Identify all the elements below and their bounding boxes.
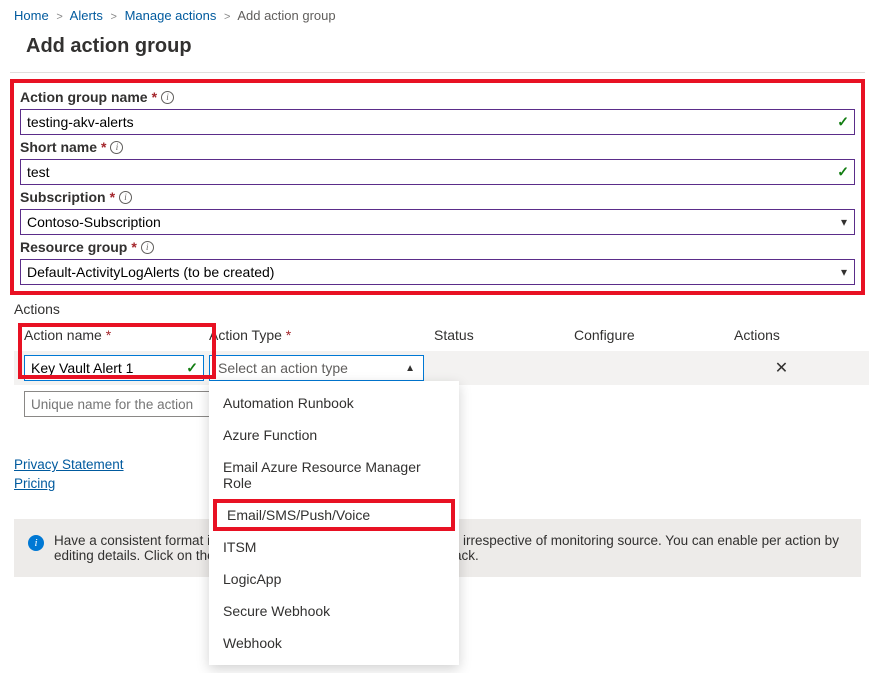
breadcrumb: Home > Alerts > Manage actions > Add act…: [10, 6, 865, 31]
input-action-group-name[interactable]: [20, 109, 855, 135]
actions-heading: Actions: [14, 301, 865, 317]
col-action-name: Action name *: [14, 327, 209, 343]
info-icon[interactable]: i: [110, 141, 123, 154]
col-configure: Configure: [574, 327, 734, 343]
divider: [10, 72, 865, 73]
info-icon[interactable]: i: [161, 91, 174, 104]
input-action-name[interactable]: [24, 355, 204, 381]
action-type-dropdown: Automation Runbook Azure Function Email …: [209, 381, 459, 665]
required-asterisk: *: [110, 189, 115, 205]
col-actions: Actions: [734, 327, 869, 343]
col-status: Status: [434, 327, 574, 343]
option-automation-runbook[interactable]: Automation Runbook: [209, 387, 459, 419]
input-unique-action-name[interactable]: [24, 391, 211, 417]
chevron-right-icon: >: [224, 11, 230, 23]
option-secure-webhook[interactable]: Secure Webhook: [209, 595, 459, 627]
info-icon[interactable]: i: [141, 241, 154, 254]
chevron-right-icon: >: [56, 11, 62, 23]
breadcrumb-alerts[interactable]: Alerts: [70, 8, 103, 23]
page-title: Add action group: [10, 31, 865, 72]
required-asterisk: *: [152, 89, 157, 105]
info-icon[interactable]: i: [119, 191, 132, 204]
form-highlight: Action group name * i ✓ Short name * i ✓…: [10, 79, 865, 295]
check-icon: ✓: [837, 164, 849, 181]
option-webhook[interactable]: Webhook: [209, 627, 459, 659]
label-subscription: Subscription * i: [20, 189, 855, 205]
option-email-sms-push-voice[interactable]: Email/SMS/Push/Voice: [213, 499, 455, 531]
input-short-name[interactable]: [20, 159, 855, 185]
check-icon: ✓: [837, 114, 849, 131]
delete-row-button[interactable]: ✕: [734, 358, 869, 378]
breadcrumb-current: Add action group: [237, 8, 335, 23]
table-row: ✓ Select an action type ▲ Automation Run…: [14, 351, 869, 385]
chevron-right-icon: >: [111, 11, 117, 23]
option-email-arm-role[interactable]: Email Azure Resource Manager Role: [209, 451, 459, 499]
option-itsm[interactable]: ITSM: [209, 531, 459, 563]
label-action-group-name: Action group name * i: [20, 89, 855, 105]
label-resource-group: Resource group * i: [20, 239, 855, 255]
chevron-up-icon: ▲: [405, 363, 415, 374]
col-action-type: Action Type *: [209, 327, 434, 343]
option-azure-function[interactable]: Azure Function: [209, 419, 459, 451]
actions-table-header: Action name * Action Type * Status Confi…: [14, 323, 869, 351]
required-asterisk: *: [101, 139, 106, 155]
select-subscription[interactable]: Contoso-Subscription: [20, 209, 855, 235]
info-icon: i: [28, 535, 44, 551]
option-logic-app[interactable]: LogicApp: [209, 563, 459, 595]
breadcrumb-manage-actions[interactable]: Manage actions: [125, 8, 217, 23]
breadcrumb-home[interactable]: Home: [14, 8, 49, 23]
required-asterisk: *: [131, 239, 136, 255]
check-icon: ✓: [186, 360, 198, 377]
select-action-type[interactable]: Select an action type ▲: [209, 355, 424, 381]
label-short-name: Short name * i: [20, 139, 855, 155]
select-resource-group[interactable]: Default-ActivityLogAlerts (to be created…: [20, 259, 855, 285]
